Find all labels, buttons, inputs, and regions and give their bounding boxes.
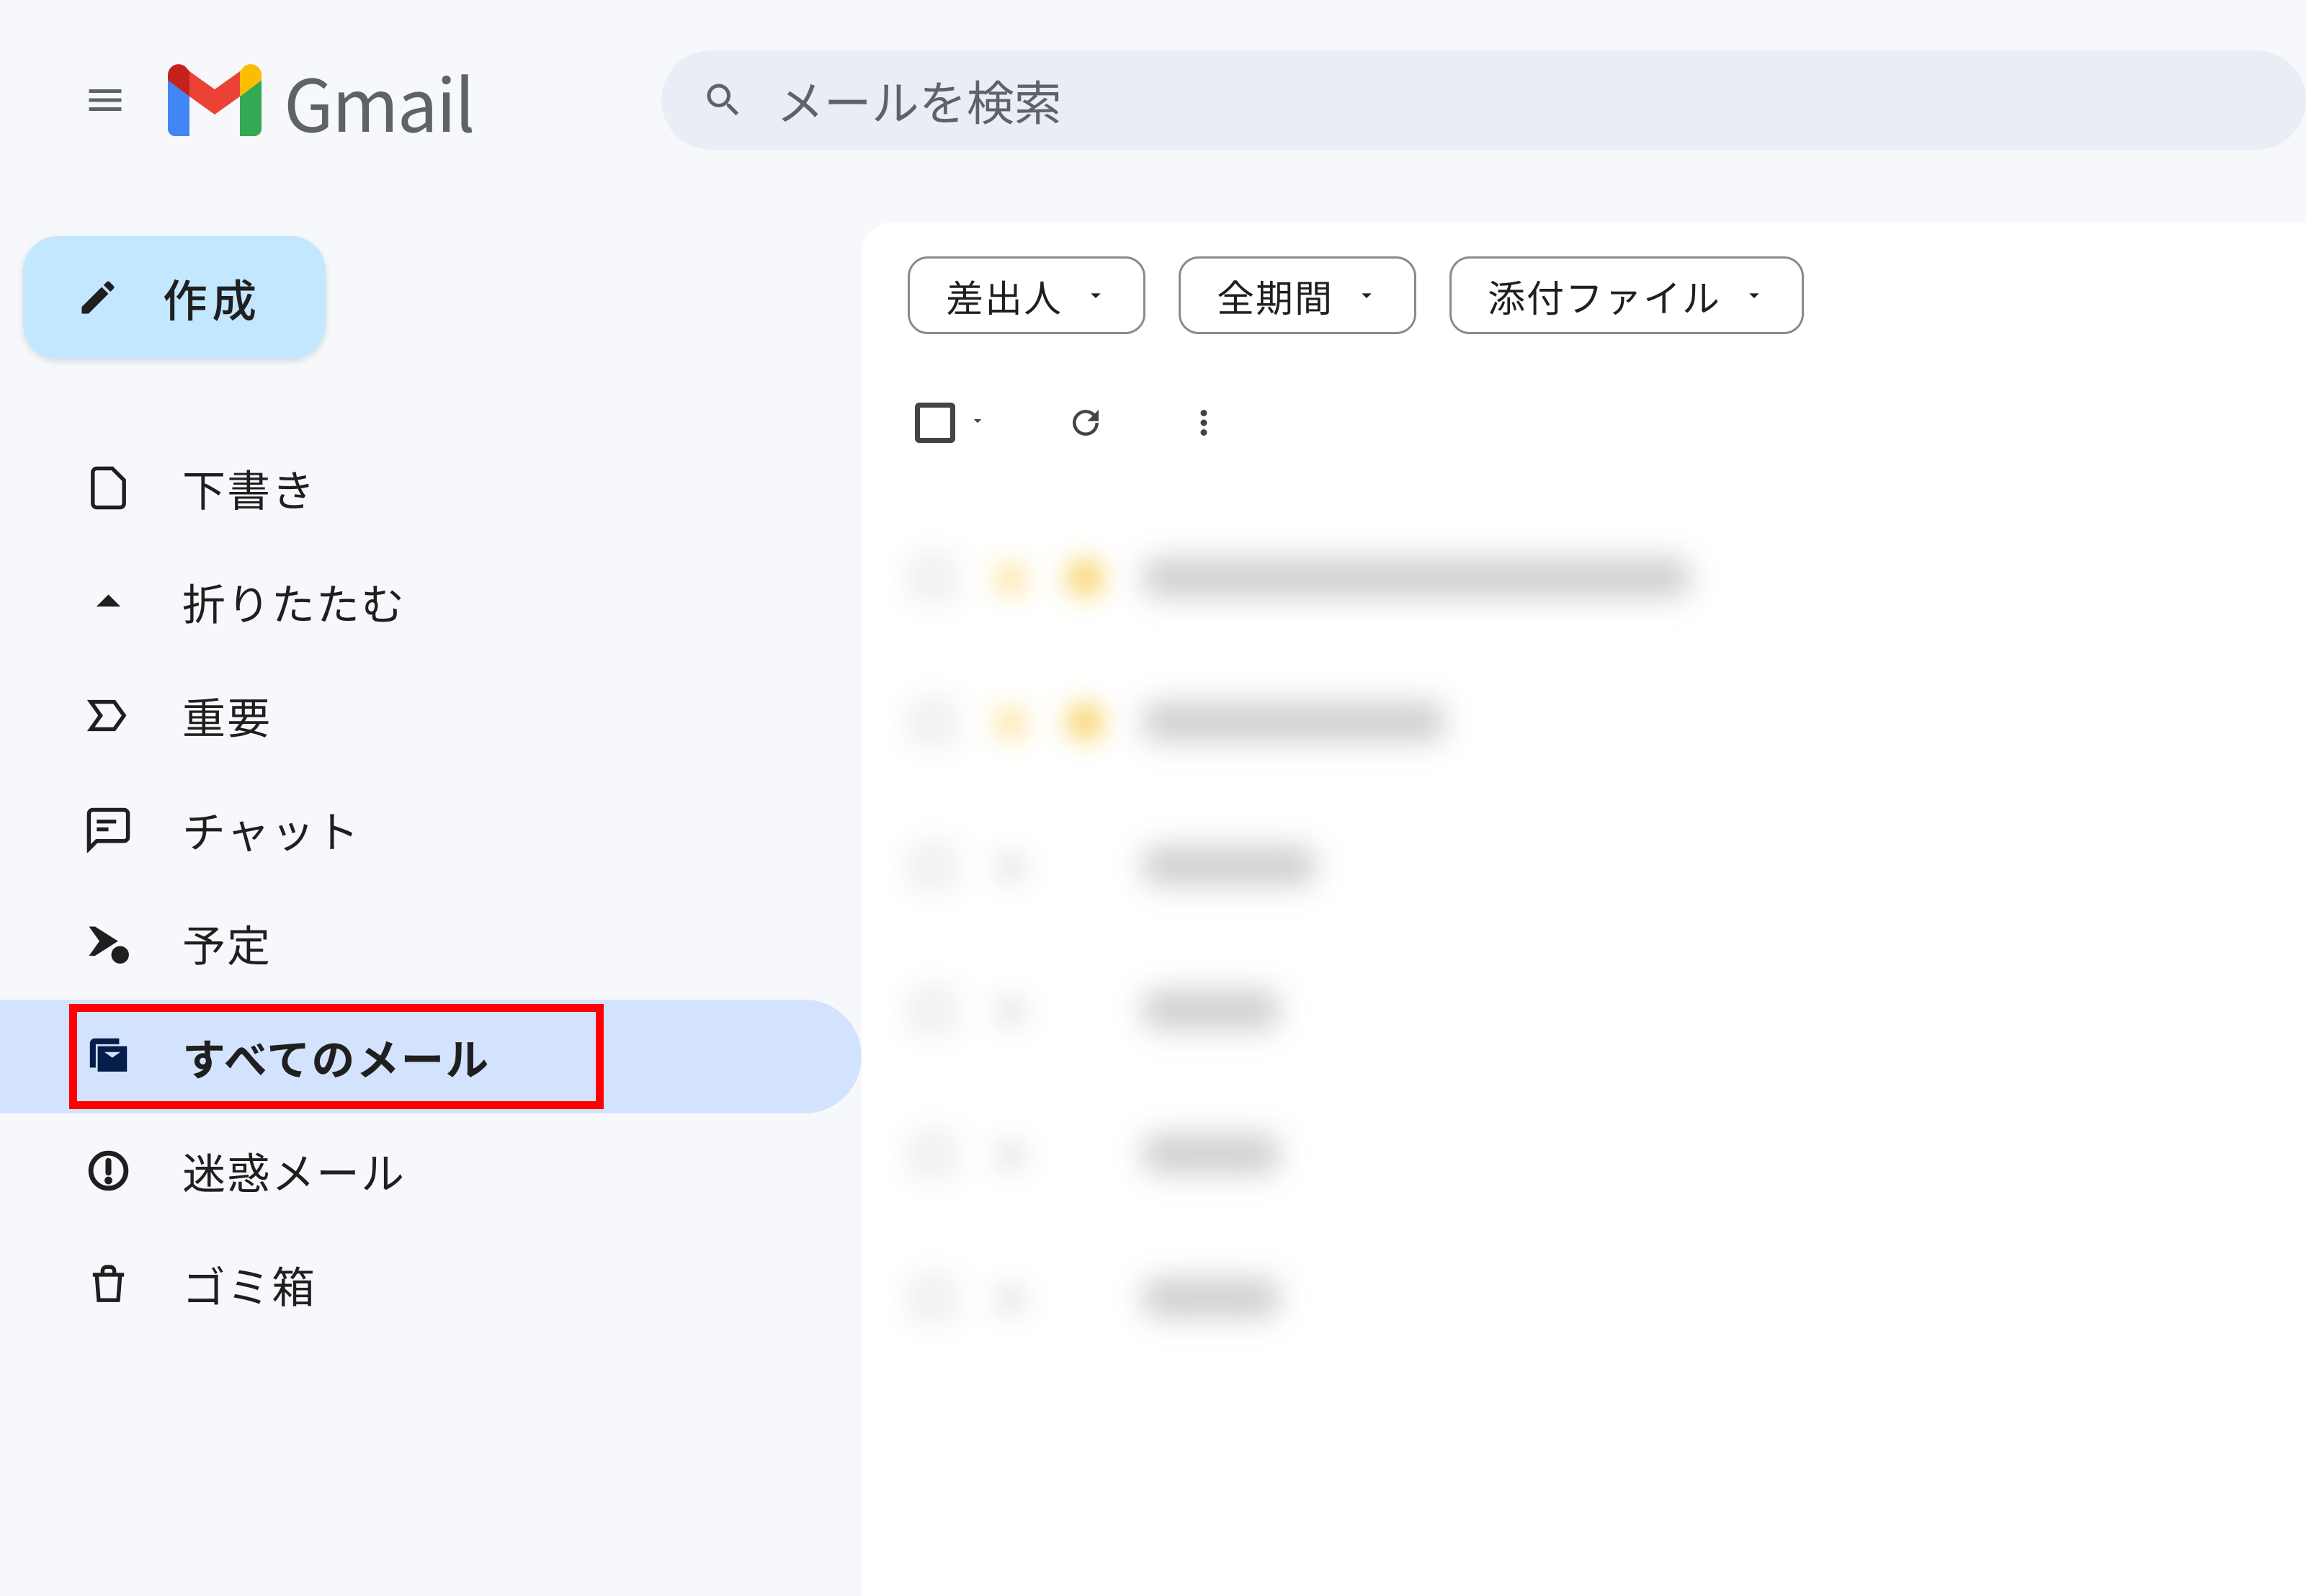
sidebar-item-label: 折りたたむ — [182, 570, 406, 633]
sidebar-item-label: チャット — [182, 798, 360, 861]
mail-row[interactable] — [862, 1226, 2306, 1370]
gmail-m-icon — [167, 64, 262, 136]
refresh-button[interactable] — [1066, 403, 1105, 442]
sidebar-item-label: ゴミ箱 — [182, 1253, 316, 1316]
label-dot — [1071, 707, 1099, 736]
row-checkbox[interactable] — [915, 848, 951, 884]
sidebar-item-label: すべてのメール — [182, 1026, 490, 1088]
sidebar-item-label: 下書き — [182, 457, 316, 519]
filter-chip[interactable]: 全期間 — [1179, 256, 1416, 334]
pencil-icon — [76, 276, 120, 319]
select-all[interactable] — [915, 403, 987, 443]
sidebar-item-trash[interactable]: ゴミ箱 — [0, 1227, 862, 1341]
star-icon[interactable] — [994, 1137, 1027, 1170]
sender-placeholder — [1143, 701, 1445, 742]
file-icon — [85, 465, 132, 511]
mail-row[interactable] — [862, 1082, 2306, 1226]
row-checkbox[interactable] — [915, 1280, 951, 1316]
sidebar-nav: 下書き折りたたむ重要チャット予定すべてのメール迷惑メールゴミ箱 — [0, 431, 862, 1341]
refresh-icon — [1066, 403, 1105, 442]
more-button[interactable] — [1184, 403, 1223, 442]
sidebar-item-chat[interactable]: チャット — [0, 772, 862, 886]
filter-chip[interactable]: 添付ファイル — [1449, 256, 1804, 334]
search-icon — [702, 79, 745, 122]
row-checkbox[interactable] — [915, 704, 951, 740]
sender-placeholder — [1143, 557, 1690, 598]
sidebar-item-file[interactable]: 下書き — [0, 431, 862, 544]
gmail-wordmark: Gmail — [284, 48, 474, 153]
sidebar-item-label: 迷惑メール — [182, 1139, 406, 1202]
sender-placeholder — [1143, 990, 1279, 1030]
chevron-up-icon — [85, 578, 132, 625]
main-menu-button[interactable] — [79, 79, 131, 122]
star-icon[interactable] — [994, 1281, 1027, 1314]
sender-placeholder — [1143, 846, 1315, 886]
select-all-checkbox[interactable] — [915, 403, 955, 443]
gmail-logo[interactable]: Gmail — [167, 48, 474, 153]
row-checkbox[interactable] — [915, 992, 951, 1028]
mail-toolbar — [862, 369, 2306, 477]
star-icon[interactable] — [994, 561, 1027, 594]
chip-label: 全期間 — [1217, 269, 1333, 323]
sender-placeholder — [1143, 1278, 1279, 1318]
select-all-dropdown[interactable] — [968, 411, 987, 434]
sidebar-item-all-mail[interactable]: すべてのメール — [0, 1000, 862, 1113]
filter-chip[interactable]: 差出人 — [908, 256, 1145, 334]
mail-row[interactable] — [862, 506, 2306, 650]
star-icon[interactable] — [994, 705, 1027, 738]
star-icon[interactable] — [994, 849, 1027, 882]
caret-down-icon — [968, 411, 987, 430]
main-panel: 差出人 全期間 添付ファイル — [862, 222, 2306, 1596]
mail-row[interactable] — [862, 794, 2306, 938]
label-dot — [1071, 995, 1099, 1024]
filter-chips: 差出人 全期間 添付ファイル — [862, 222, 2306, 369]
important-icon — [85, 692, 132, 739]
chip-label: 添付ファイル — [1488, 269, 1721, 323]
row-checkbox[interactable] — [915, 1136, 951, 1172]
caret-down-icon — [1743, 284, 1766, 307]
chip-label: 差出人 — [946, 269, 1063, 323]
label-dot — [1071, 1283, 1099, 1312]
spam-icon — [85, 1147, 132, 1194]
sidebar-item-schedule[interactable]: 予定 — [0, 886, 862, 1000]
star-icon[interactable] — [994, 993, 1027, 1026]
sidebar-item-important[interactable]: 重要 — [0, 658, 862, 772]
sidebar-item-label: 重要 — [182, 684, 272, 747]
trash-icon — [85, 1261, 132, 1308]
search-input[interactable] — [777, 66, 2306, 135]
row-checkbox[interactable] — [915, 560, 951, 596]
mail-row[interactable] — [862, 650, 2306, 794]
sender-placeholder — [1143, 1134, 1279, 1174]
all-mail-icon — [85, 1034, 132, 1080]
caret-down-icon — [1084, 284, 1107, 307]
compose-label: 作成 — [163, 265, 261, 330]
search-bar[interactable] — [661, 50, 2306, 150]
more-vert-icon — [1184, 403, 1223, 442]
label-dot — [1071, 563, 1099, 592]
mail-list — [862, 477, 2306, 1596]
caret-down-icon — [1355, 284, 1378, 307]
sidebar-item-spam[interactable]: 迷惑メール — [0, 1113, 862, 1227]
header: Gmail — [0, 0, 2306, 200]
sidebar-item-chevron-up[interactable]: 折りたたむ — [0, 544, 862, 658]
label-dot — [1071, 851, 1099, 880]
chat-icon — [85, 806, 132, 853]
mail-row[interactable] — [862, 938, 2306, 1082]
label-dot — [1071, 1139, 1099, 1168]
hamburger-icon — [79, 79, 131, 122]
sidebar-item-label: 予定 — [182, 912, 272, 974]
sidebar: 作成 下書き折りたたむ重要チャット予定すべてのメール迷惑メールゴミ箱 — [0, 200, 862, 1596]
compose-button[interactable]: 作成 — [23, 236, 326, 359]
schedule-icon — [85, 920, 132, 967]
